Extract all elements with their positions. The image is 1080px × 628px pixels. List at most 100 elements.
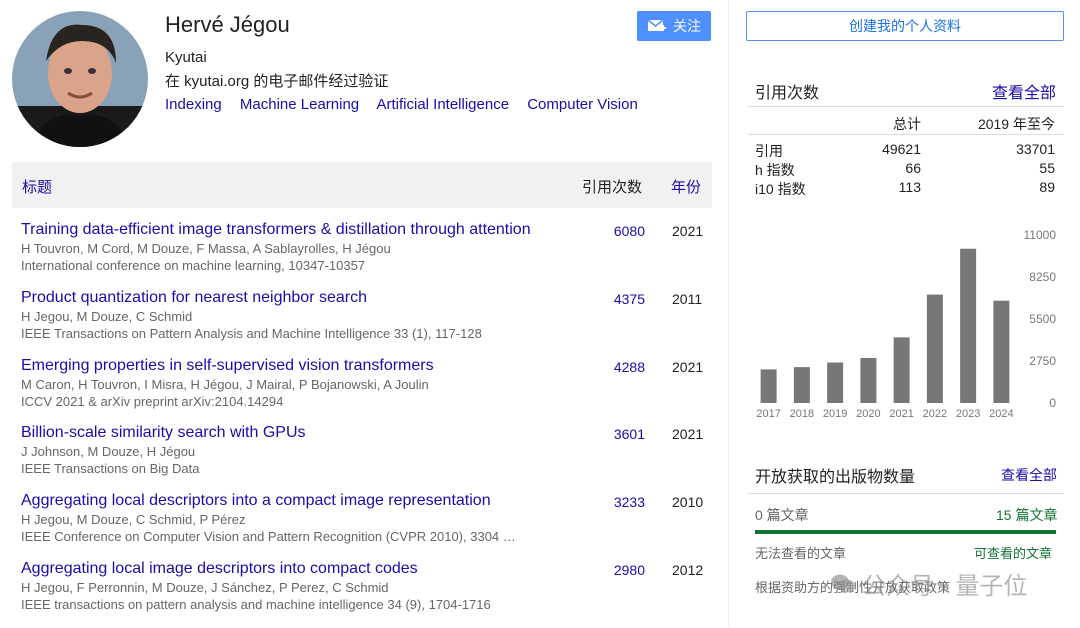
stat-total: 113 [898,179,921,195]
available-label: 可查看的文章 [974,546,1053,561]
view-all-citations-link[interactable]: 查看全部 [992,79,1056,103]
paper-title-link[interactable]: Aggregating local image descriptors into… [21,560,418,578]
divider [748,106,1064,107]
unavailable-count-link[interactable]: 0 篇文章 [755,505,809,525]
open-access-title: 开放获取的出版物数量 [755,469,916,486]
wechat-icon [831,574,855,592]
paper-cites-link[interactable]: 3601 [585,426,645,442]
paper-year: 2011 [672,291,703,307]
paper-cites-link[interactable]: 3233 [585,494,645,510]
paper-venue: IEEE Conference on Computer Vision and P… [21,529,516,544]
x-tick-label: 2020 [856,408,880,420]
y-tick-label: 0 [1049,396,1056,410]
paper-venue: ICCV 2021 & arXiv preprint arXiv:2104.14… [21,394,284,409]
interest-link[interactable]: Artificial Intelligence [376,96,509,113]
watermark-text: 公众号 · 量子位 [862,573,1028,600]
available-count-link[interactable]: 15 篇文章 [996,505,1057,525]
verified-email: 在 kyutai.org 的电子邮件经过验证 [165,73,389,90]
stat-since: 33701 [1016,141,1055,157]
stat-since: 89 [1039,179,1055,195]
paper-cites-link[interactable]: 4375 [585,291,645,307]
paper-venue: IEEE Transactions on Big Data [21,461,200,476]
stat-total: 66 [905,160,921,176]
profile-affiliation: Kyutai [165,49,207,66]
mail-icon [647,19,666,31]
table-row: Training data-efficient image transforme… [0,221,720,289]
chart-bar-2021[interactable] [893,337,910,403]
avatar [12,11,148,147]
chart-bar-2023[interactable] [960,248,977,403]
chart-bar-2020[interactable] [860,357,877,403]
paper-year: 2010 [672,494,704,510]
y-tick-label: 5500 [1029,312,1056,326]
header-title-sort[interactable]: 标题 [22,176,52,197]
interest-link[interactable]: Computer Vision [527,96,638,113]
table-row: Emerging properties in self-supervised v… [0,357,720,425]
y-tick-label: 2750 [1029,354,1056,368]
citations-chart: 0 2750 5500 8250 11000 2017 2018 2019 2020 2021 20… [756,228,1057,420]
col-since-header: 2019 年至今 [977,116,1055,132]
table-row: Billion-scale similarity search with GPU… [0,424,720,492]
paper-title-link[interactable]: Emerging properties in self-supervised v… [21,357,434,375]
paper-authors: H Jegou, M Douze, C Schmid, P Pérez [21,512,246,527]
table-row: Aggregating local descriptors into a com… [0,492,720,560]
interest-link[interactable]: Machine Learning [240,96,359,113]
column-divider [728,0,729,627]
divider [748,134,1064,135]
header-year-sort[interactable]: 年份 [671,176,701,197]
profile-name: Hervé Jégou [165,12,290,37]
interests-list: Indexing Machine Learning Artificial Int… [165,96,652,113]
paper-authors: H Jegou, F Perronnin, M Douze, J Sánchez… [21,580,389,595]
open-access-bar [755,530,1056,534]
x-tick-label: 2018 [790,408,814,420]
stat-since: 55 [1039,160,1055,176]
paper-title-link[interactable]: Product quantization for nearest neighbo… [21,289,367,307]
paper-authors: H Touvron, M Cord, M Douze, F Massa, A S… [21,241,391,256]
paper-title-link[interactable]: Billion-scale similarity search with GPU… [21,424,306,442]
paper-year: 2021 [672,223,704,239]
paper-venue: International conference on machine lear… [21,258,366,273]
paper-year: 2021 [672,359,704,375]
stat-label: h 指数 [755,162,795,178]
header-cites[interactable]: 引用次数 [582,176,642,197]
y-tick-label: 11000 [1024,228,1057,242]
interest-link[interactable]: Indexing [165,96,222,113]
follow-button[interactable]: 关注 [637,11,711,41]
chart-bar-2019[interactable] [827,362,844,403]
paper-authors: M Caron, H Touvron, I Misra, H Jégou, J … [21,377,429,392]
chart-bar-2024[interactable] [993,300,1010,403]
table-row: Aggregating local image descriptors into… [0,560,720,628]
stat-label: 引用 [755,143,783,159]
paper-title-link[interactable]: Aggregating local descriptors into a com… [21,492,491,510]
view-all-open-access-link[interactable]: 查看全部 [1001,465,1057,485]
create-profile-button[interactable]: 创建我的个人资料 [746,11,1064,41]
avatar-photo [12,11,148,147]
paper-venue: IEEE transactions on pattern analysis an… [21,597,491,612]
stat-label: i10 指数 [755,181,806,197]
paper-cites-link[interactable]: 6080 [585,223,645,239]
chart-bar-2018[interactable] [793,367,810,403]
follow-label: 关注 [673,18,701,34]
paper-title-link[interactable]: Training data-efficient image transforme… [21,221,531,239]
divider [748,493,1064,494]
unavailable-label: 无法查看的文章 [755,546,847,561]
x-tick-label: 2019 [823,408,847,420]
table-row: Product quantization for nearest neighbo… [0,289,720,357]
paper-cites-link[interactable]: 2980 [585,562,645,578]
chart-bar-2022[interactable] [926,294,943,403]
watermark: 公众号 · 量子位 [830,566,1027,601]
citations-title: 引用次数 [755,85,820,102]
x-tick-label: 2022 [923,408,947,420]
x-tick-label: 2023 [956,408,980,420]
x-tick-label: 2017 [756,408,780,420]
chart-bar-2017[interactable] [760,369,777,403]
paper-cites-link[interactable]: 4288 [585,359,645,375]
x-tick-label: 2021 [889,408,913,420]
paper-year: 2021 [672,426,704,442]
paper-year: 2012 [672,562,704,578]
paper-authors: J Johnson, M Douze, H Jégou [21,444,196,459]
col-total-header: 总计 [893,116,921,132]
stat-total: 49621 [882,141,921,157]
paper-venue: IEEE Transactions on Pattern Analysis an… [21,326,482,341]
x-tick-label: 2024 [989,408,1013,420]
